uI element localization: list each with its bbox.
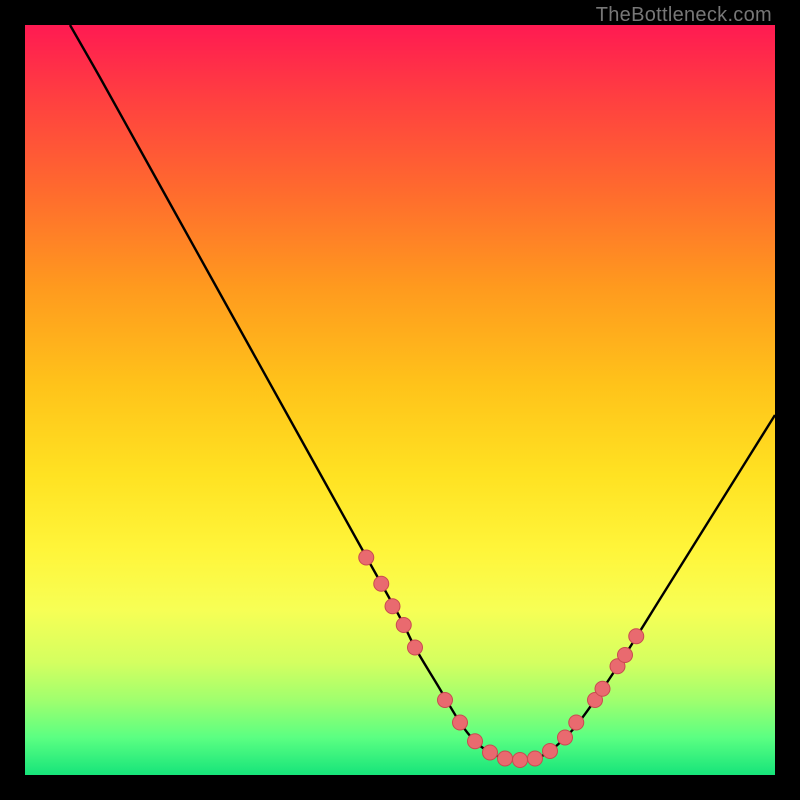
- data-marker: [513, 753, 528, 768]
- data-marker: [396, 618, 411, 633]
- data-marker: [374, 576, 389, 591]
- chart-frame: TheBottleneck.com: [0, 0, 800, 800]
- data-marker: [468, 734, 483, 749]
- data-marker: [438, 693, 453, 708]
- data-marker: [618, 648, 633, 663]
- data-marker: [483, 745, 498, 760]
- data-marker: [543, 744, 558, 759]
- attribution-text: TheBottleneck.com: [596, 4, 772, 27]
- data-marker: [408, 640, 423, 655]
- data-marker: [528, 751, 543, 766]
- data-marker: [595, 681, 610, 696]
- data-marker: [385, 599, 400, 614]
- data-marker: [453, 715, 468, 730]
- data-marker: [359, 550, 374, 565]
- data-marker: [558, 730, 573, 745]
- marker-group: [359, 550, 644, 768]
- data-marker: [498, 751, 513, 766]
- plot-area: [25, 25, 775, 775]
- data-marker: [629, 629, 644, 644]
- chart-svg: [25, 25, 775, 775]
- data-marker: [569, 715, 584, 730]
